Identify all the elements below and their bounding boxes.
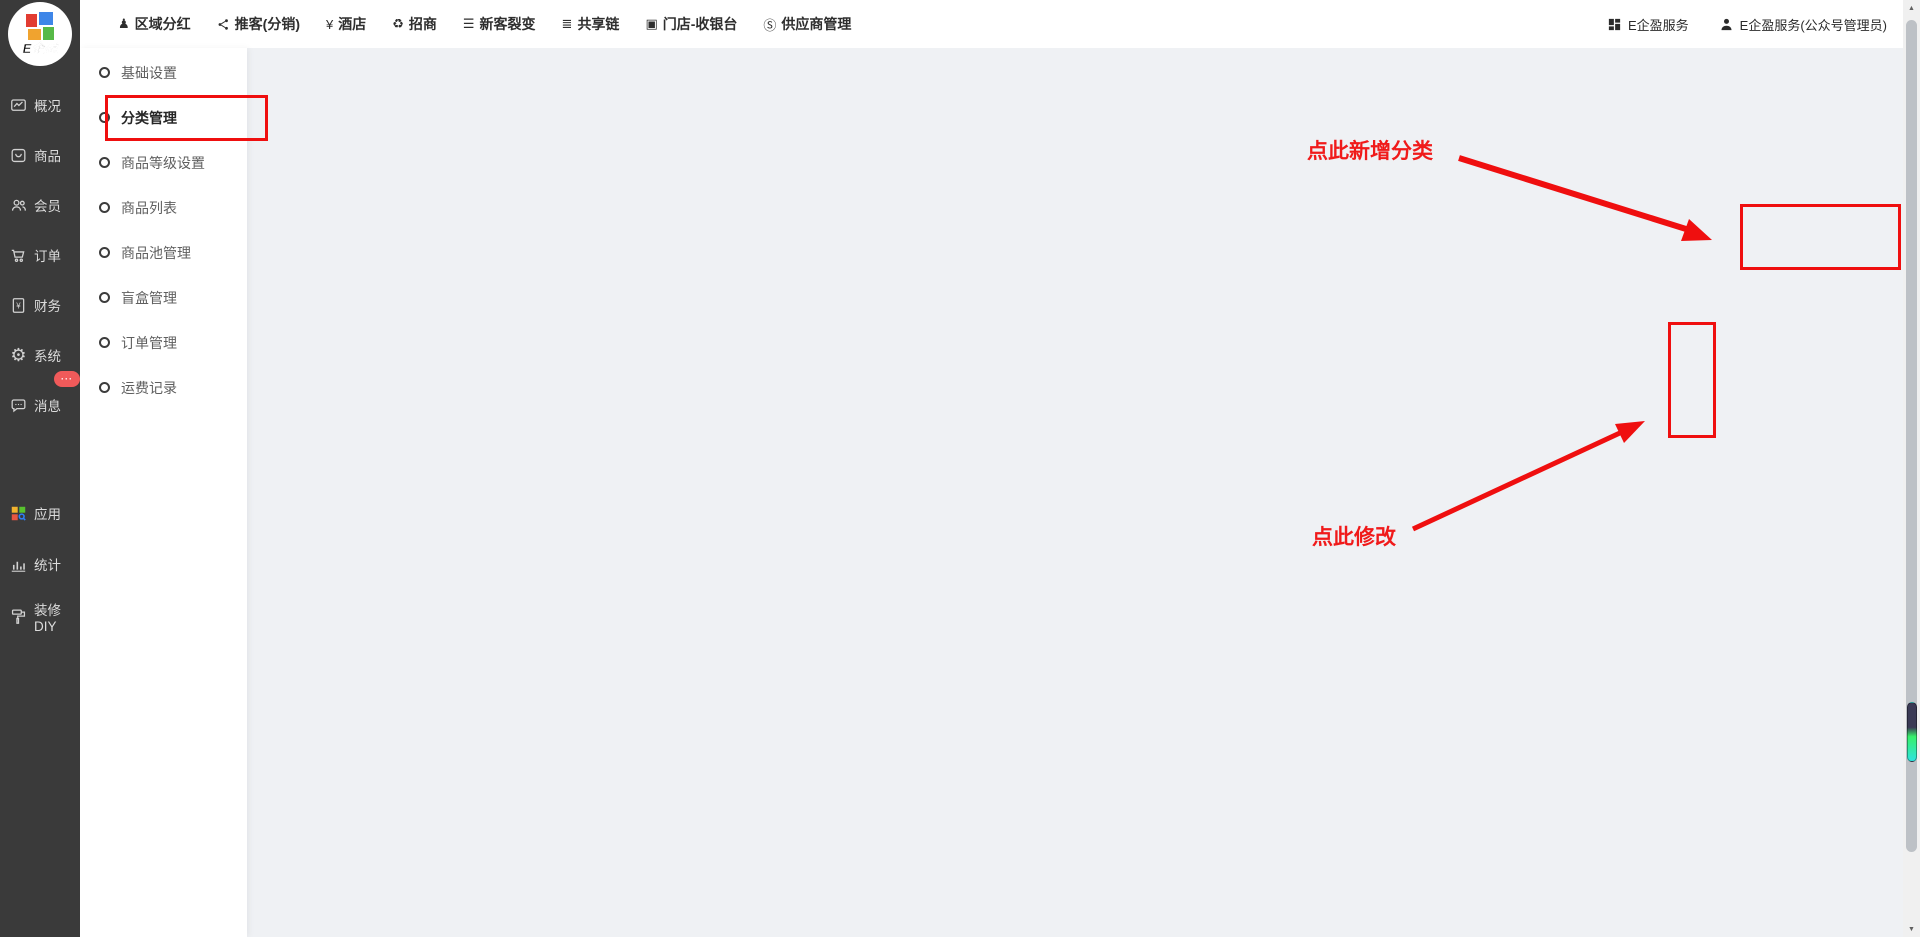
sidebar-item-diy[interactable]: 装修DIY bbox=[0, 596, 80, 636]
topnav-label: 新客裂变 bbox=[480, 14, 536, 34]
service-entry-label: E企盈服务 bbox=[1628, 15, 1689, 34]
message-icon bbox=[9, 396, 28, 415]
topnav-label: 招商 bbox=[409, 14, 437, 34]
topnav-item-investment[interactable]: ♻ 招商 bbox=[392, 14, 437, 34]
radio-dot-icon bbox=[99, 382, 110, 393]
topnav-item-area-dividend[interactable]: ♟ 区域分红 bbox=[118, 14, 191, 34]
stats-bars-icon bbox=[9, 555, 28, 574]
radio-dot-icon bbox=[99, 247, 110, 258]
topnav-label: 酒店 bbox=[338, 14, 366, 34]
radio-dot-icon bbox=[99, 337, 110, 348]
scroll-down-arrow[interactable]: ▼ bbox=[1903, 921, 1920, 937]
topbar-right: E企盈服务 E企盈服务(公众号管理员) bbox=[1607, 0, 1887, 48]
topnav-item-new-customer[interactable]: ☰ 新客裂变 bbox=[463, 14, 536, 34]
topnav-item-supplier[interactable]: Ⓢ 供应商管理 bbox=[763, 14, 851, 34]
sidebar-item-label: 系统 bbox=[34, 345, 61, 365]
sidebar-item-label: 统计 bbox=[34, 554, 61, 574]
sidebar-item-label: 消息 bbox=[34, 395, 61, 415]
recycle-icon: ♻ bbox=[392, 16, 404, 32]
submenu-item-order-management[interactable]: 订单管理 bbox=[80, 320, 247, 365]
sidebar-item-system[interactable]: ⚙ 系统 bbox=[0, 335, 80, 375]
scroll-up-arrow[interactable]: ▲ bbox=[1903, 0, 1920, 16]
topnav-label: 供应商管理 bbox=[781, 14, 851, 34]
submenu-item-label: 商品列表 bbox=[121, 198, 177, 218]
sidebar-item-label: 商品 bbox=[34, 145, 61, 165]
account-name: E企盈服务(公众号管理员) bbox=[1740, 15, 1887, 34]
logo[interactable]: E企盈 bbox=[8, 2, 72, 66]
yen-icon: ¥ bbox=[326, 17, 333, 32]
sidebar-item-members[interactable]: 会员 bbox=[0, 185, 80, 225]
sidebar-item-label: 装修DIY bbox=[34, 599, 80, 634]
submenu-item-label: 商品等级设置 bbox=[121, 153, 205, 173]
topnav: ♟区域分红 推客(分销) ¥酒店 ♻招商 ☰新客裂变 ≣共享链 ▣门店-收银台 … bbox=[80, 14, 851, 34]
submenu-item-basic-settings[interactable]: 基础设置 bbox=[80, 50, 247, 95]
topnav-item-promoter[interactable]: 推客(分销) bbox=[217, 14, 300, 34]
radio-dot-icon bbox=[99, 292, 110, 303]
submenu-item-blind-box[interactable]: 盲盒管理 bbox=[80, 275, 247, 320]
sidebar-item-label: 订单 bbox=[34, 245, 61, 265]
list-icon: ≣ bbox=[562, 16, 573, 32]
sidebar-item-messages[interactable]: 消息 bbox=[0, 385, 80, 425]
submenu-item-label: 分类管理 bbox=[121, 108, 177, 128]
scrollbar-marker bbox=[1907, 702, 1917, 762]
sidebar-item-label: 概况 bbox=[34, 95, 61, 115]
store-icon: ▣ bbox=[645, 16, 657, 32]
topnav-item-hotel[interactable]: ¥ 酒店 bbox=[326, 14, 366, 34]
submenu-item-label: 基础设置 bbox=[121, 63, 177, 83]
topbar: ♟区域分红 推客(分销) ¥酒店 ♻招商 ☰新客裂变 ≣共享链 ▣门店-收银台 … bbox=[80, 0, 1903, 48]
svg-text:¥: ¥ bbox=[16, 301, 21, 310]
sidebar-item-finance[interactable]: ¥ 财务 bbox=[0, 285, 80, 325]
submenu-item-label: 运费记录 bbox=[121, 378, 177, 398]
orders-cart-icon bbox=[9, 246, 28, 265]
topnav-item-store-cashier[interactable]: ▣ 门店-收银台 bbox=[645, 14, 737, 34]
members-icon bbox=[9, 196, 28, 215]
account-menu[interactable]: E企盈服务(公众号管理员) bbox=[1719, 15, 1887, 34]
apps-grid-icon bbox=[1607, 17, 1622, 32]
goods-submenu: 基础设置 分类管理 商品等级设置 商品列表 商品池管理 盲盒管理 订单管理 运费… bbox=[80, 48, 247, 937]
message-badge: ··· bbox=[54, 371, 80, 387]
submenu-item-label: 盲盒管理 bbox=[121, 288, 177, 308]
gear-icon: ⚙ bbox=[9, 346, 28, 365]
topnav-label: 门店-收银台 bbox=[663, 14, 738, 34]
sidebar-item-label: 会员 bbox=[34, 195, 61, 215]
topnav-label: 区域分红 bbox=[135, 14, 191, 34]
topnav-label: 共享链 bbox=[577, 14, 619, 34]
sidebar-item-label: 财务 bbox=[34, 295, 61, 315]
finance-icon: ¥ bbox=[9, 296, 28, 315]
radio-dot-icon bbox=[99, 112, 110, 123]
sidebar-item-label: 应用 bbox=[34, 503, 61, 523]
service-entry[interactable]: E企盈服务 bbox=[1607, 15, 1689, 34]
sidebar-item-orders[interactable]: 订单 bbox=[0, 235, 80, 275]
radio-dot-icon bbox=[99, 67, 110, 78]
goods-bag-icon bbox=[9, 146, 28, 165]
main-sidebar: E企盈 概况 商品 会员 订单 ¥ 财务 ⚙ 系统 bbox=[0, 0, 80, 937]
paint-roller-icon bbox=[9, 607, 28, 626]
radio-dot-icon bbox=[99, 157, 110, 168]
supplier-s-icon: Ⓢ bbox=[763, 15, 776, 34]
topnav-label: 推客(分销) bbox=[235, 14, 300, 34]
sidebar-item-apps[interactable]: 应用 bbox=[0, 493, 80, 533]
user-icon bbox=[1719, 17, 1734, 32]
submenu-item-label: 商品池管理 bbox=[121, 243, 191, 263]
main-content bbox=[247, 48, 1903, 937]
apps-color-icon bbox=[9, 504, 28, 523]
submenu-item-label: 订单管理 bbox=[121, 333, 177, 353]
menu-lines-icon: ☰ bbox=[463, 16, 475, 32]
radio-dot-icon bbox=[99, 202, 110, 213]
overview-chart-icon bbox=[9, 96, 28, 115]
sidebar-item-goods[interactable]: 商品 bbox=[0, 135, 80, 175]
submenu-item-goods-level[interactable]: 商品等级设置 bbox=[80, 140, 247, 185]
page-scrollbar: ▲ ▼ bbox=[1903, 0, 1920, 937]
svg-text:E企盈: E企盈 bbox=[23, 41, 60, 56]
logo-icon: E企盈 bbox=[12, 6, 68, 62]
podium-icon: ♟ bbox=[118, 16, 130, 32]
submenu-item-category-management[interactable]: 分类管理 bbox=[80, 95, 247, 140]
topnav-item-share-chain[interactable]: ≣共享链 bbox=[562, 14, 620, 34]
share-icon bbox=[217, 18, 230, 31]
submenu-item-freight-records[interactable]: 运费记录 bbox=[80, 365, 247, 410]
sidebar-item-overview[interactable]: 概况 bbox=[0, 85, 80, 125]
submenu-item-goods-pool[interactable]: 商品池管理 bbox=[80, 230, 247, 275]
sidebar-item-stats[interactable]: 统计 bbox=[0, 544, 80, 584]
submenu-item-goods-list[interactable]: 商品列表 bbox=[80, 185, 247, 230]
